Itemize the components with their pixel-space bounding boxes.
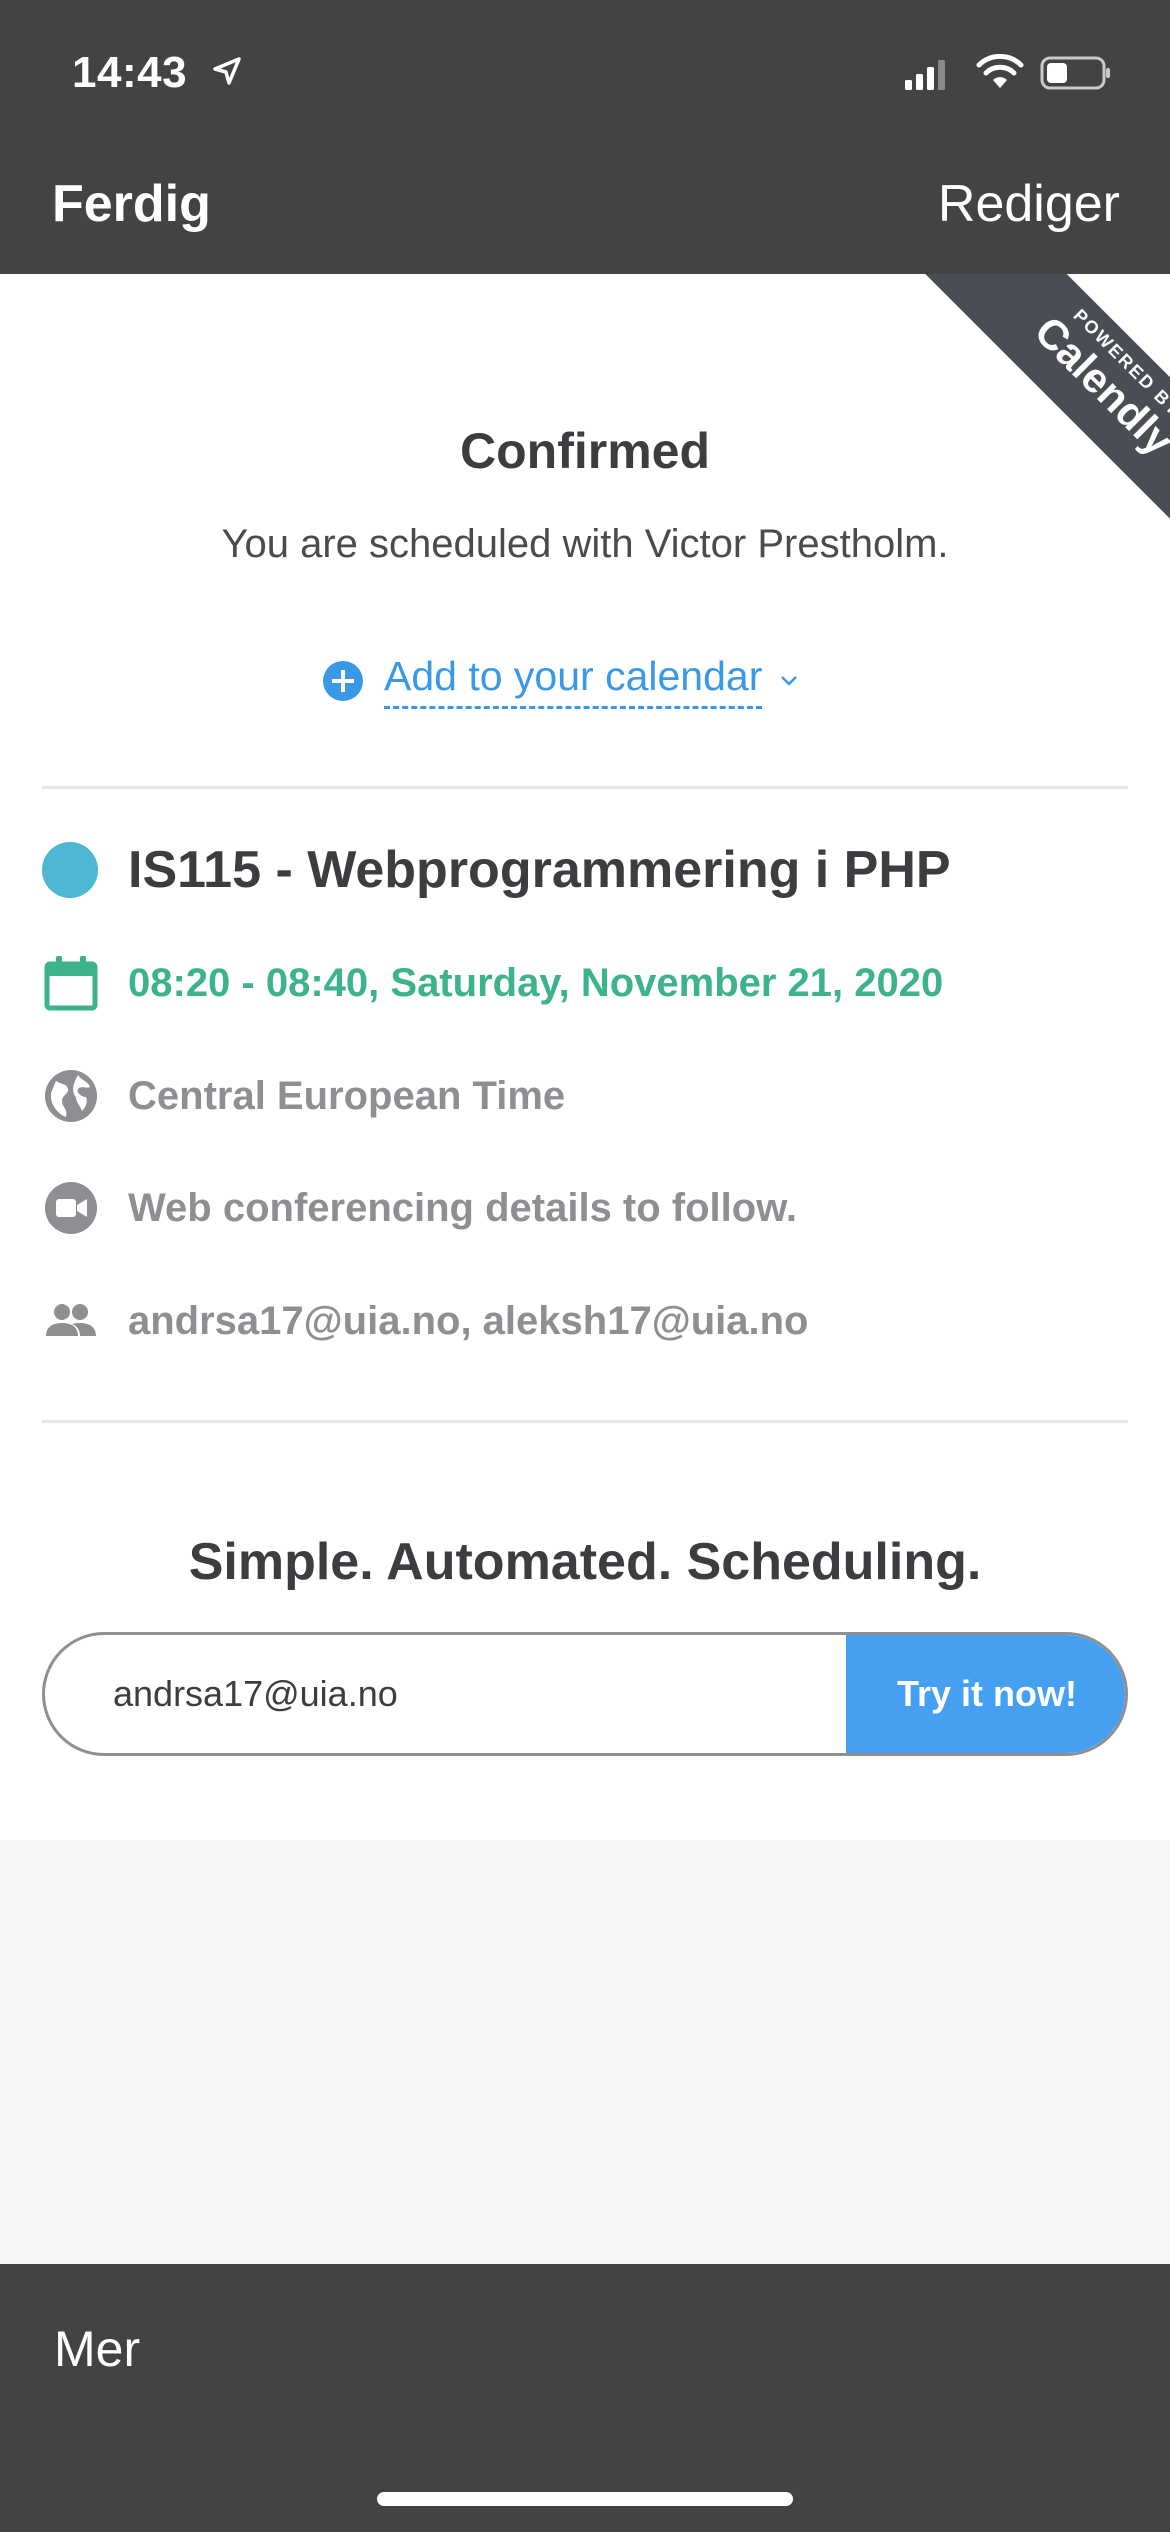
scheduled-with-text: You are scheduled with Victor Prestholm. — [221, 522, 949, 566]
nav-bar: Ferdig Rediger — [0, 150, 1170, 274]
home-indicator[interactable] — [377, 2492, 793, 2506]
signup-email-input[interactable] — [45, 1635, 845, 1753]
location-arrow-icon — [213, 57, 241, 85]
people-icon — [46, 1304, 96, 1336]
edit-button[interactable]: Rediger — [938, 174, 1120, 234]
event-timezone: Central European Time — [128, 1073, 566, 1118]
event-conferencing: Web conferencing details to follow. — [128, 1185, 797, 1230]
more-button[interactable]: Mer — [54, 2320, 140, 2378]
calendar-icon — [44, 956, 98, 1011]
event-conferencing-row: Web conferencing details to follow. — [42, 1179, 797, 1237]
divider-top — [42, 786, 1128, 789]
event-title-row: IS115 - Webprogrammering i PHP — [42, 840, 951, 900]
confirmation-card: POWERED BY Calendly Confirmed You are sc… — [0, 274, 1170, 1840]
signal-icon — [905, 60, 945, 90]
event-color-dot — [42, 842, 98, 898]
event-invitees: andrsa17@uia.no, aleksh17@uia.no — [128, 1298, 809, 1343]
status-time: 14:43 — [72, 48, 188, 97]
event-datetime-row: 08:20 - 08:40, Saturday, November 21, 20… — [42, 954, 943, 1012]
ribbon-brand: Calendly — [1025, 307, 1170, 465]
add-to-calendar-label[interactable]: Add to your calendar — [384, 653, 763, 709]
try-it-now-button[interactable]: Try it now! — [846, 1635, 1125, 1753]
globe-icon — [45, 1070, 97, 1122]
event-title: IS115 - Webprogrammering i PHP — [128, 841, 951, 899]
wifi-icon — [976, 54, 1024, 88]
signup-form: Try it now! — [42, 1632, 1128, 1756]
confirmed-title: Confirmed — [460, 423, 710, 479]
battery-icon — [1040, 56, 1110, 90]
powered-by-ribbon[interactable]: POWERED BY Calendly — [910, 274, 1170, 534]
event-invitees-row: andrsa17@uia.no, aleksh17@uia.no — [42, 1292, 808, 1350]
add-to-calendar-button[interactable]: Add to your calendar — [322, 646, 798, 716]
web-content: POWERED BY Calendly Confirmed You are sc… — [0, 274, 1170, 2264]
chevron-down-icon — [781, 676, 798, 686]
event-datetime: 08:20 - 08:40, Saturday, November 21, 20… — [128, 960, 944, 1005]
plus-circle-icon — [323, 661, 363, 701]
ribbon-banner[interactable]: POWERED BY Calendly — [922, 274, 1170, 534]
done-button[interactable]: Ferdig — [52, 174, 211, 234]
video-icon — [45, 1182, 97, 1234]
bottom-toolbar: Mer — [0, 2264, 1170, 2532]
promo-tagline: Simple. Automated. Scheduling. — [188, 1533, 982, 1591]
event-timezone-row: Central European Time — [42, 1067, 565, 1125]
status-bar: 14:43 — [0, 0, 1170, 150]
divider-bottom — [42, 1420, 1128, 1423]
